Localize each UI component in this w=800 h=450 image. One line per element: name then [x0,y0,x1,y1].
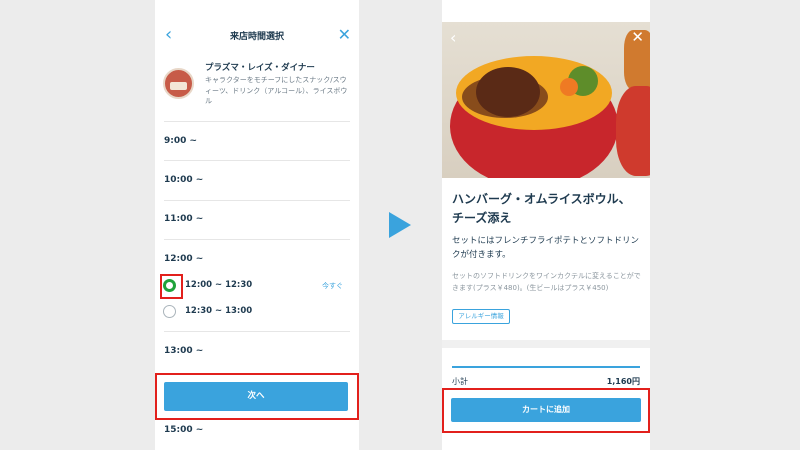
arrow-right-icon [389,212,411,238]
close-icon[interactable]: ✕ [631,28,644,46]
subtotal-label: 小計 [452,377,468,386]
product-title: ハンバーグ・オムライスボウル、 チーズ添え [452,190,642,228]
time-slot-12[interactable]: 12:00 ~ [164,254,350,264]
time-slot-11[interactable]: 11:00 ~ [164,214,350,224]
highlight-cart-button [442,388,650,433]
product-title-line2: チーズ添え [452,211,512,225]
divider [164,160,350,161]
header: ‹ 来店時間選択 ✕ [155,20,359,52]
carrot [560,78,578,96]
page-title: 来店時間選択 [229,32,284,42]
divider [164,239,350,240]
hamburg-patty [476,67,540,117]
option-1230-1300[interactable]: 12:30 ~ 13:00 [163,303,351,323]
option-label: 12:30 ~ 13:00 [185,306,253,316]
time-slot-13[interactable]: 13:00 ~ [164,346,350,356]
time-slot-10[interactable]: 10:00 ~ [164,175,350,185]
section-gap [442,340,650,348]
product-photo: ‹ ✕ [442,22,650,178]
divider [164,331,350,332]
product-subtitle: セットにはフレンチフライポテトとソフトドリンクが付きます。 [452,236,640,260]
subtotal-value: 1,160円 [606,377,640,386]
product-note: セットのソフトドリンクをワインカクテルに変えることができます(プラス￥480)。… [452,272,641,292]
shop-name: プラズマ・レイズ・ダイナー [205,63,315,73]
option-1200-1230[interactable]: 12:00 ~ 12:30 今すぐ [163,277,351,297]
close-icon[interactable]: ✕ [338,24,351,46]
radio-unselected[interactable] [163,305,176,318]
shop-info: プラズマ・レイズ・ダイナー キャラクターをモチーフにしたスナック/スウィーツ、ド… [163,58,353,114]
highlight-radio [160,274,183,299]
accent-bar [452,366,640,368]
back-icon[interactable]: ‹ [450,28,456,47]
option-label: 12:00 ~ 12:30 [185,280,253,290]
product-detail-screen: ‹ ✕ ハンバーグ・オムライスボウル、 チーズ添え セットにはフレンチフライポテ… [442,0,650,450]
time-slot-15[interactable]: 15:00 ~ [164,425,350,435]
side-dish [616,86,650,176]
now-badge: 今すぐ [322,282,343,290]
divider [164,121,350,122]
product-title-line1: ハンバーグ・オムライスボウル、 [452,192,631,206]
shop-description: キャラクターをモチーフにしたスナック/スウィーツ、ドリンク（アルコール）、ライス… [205,76,348,105]
shop-thumbnail [163,68,194,99]
allergy-info-button[interactable]: アレルギー情報 [452,309,510,324]
highlight-next-button [155,373,359,420]
time-slot-9[interactable]: 9:00 ~ [164,136,350,146]
divider [164,200,350,201]
